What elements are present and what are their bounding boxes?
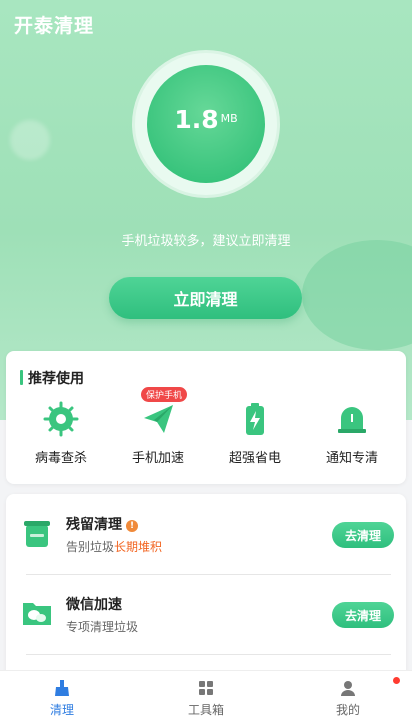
junk-size-circle: 1.8 MB — [147, 65, 265, 183]
recommend-item-battery-saver[interactable]: 超强省电 — [205, 399, 305, 469]
recommend-item-label: 通知专清 — [325, 451, 378, 466]
go-clean-button[interactable]: 去清理 — [332, 602, 394, 628]
feature-list-card: 残留清理! 告别垃圾长期堆积 去清理 微信加速 专项清理垃圾 去清理 — [6, 494, 406, 678]
list-item-residual-clean[interactable]: 残留清理! 告别垃圾长期堆积 去清理 — [6, 494, 406, 574]
divider — [26, 654, 391, 655]
recommend-item-label: 超强省电 — [228, 451, 281, 466]
recommend-card: 推荐使用 保护手机 病毒查杀 手机加速 超强省电 通知专清 — [6, 351, 406, 484]
clean-now-button[interactable]: 立即清理 — [109, 277, 302, 319]
junk-size-readout: 1.8 MB — [147, 105, 265, 134]
subtitle-text: 告别垃圾 — [66, 540, 115, 554]
tab-label: 工具箱 — [187, 703, 224, 717]
list-item-title-text: 残留清理 — [66, 517, 122, 533]
tab-toolbox[interactable]: 工具箱 — [156, 679, 256, 718]
decorative-blob — [302, 240, 412, 350]
user-icon — [298, 679, 398, 699]
junk-tip-text: 手机垃圾较多，建议立即清理 — [121, 234, 291, 249]
go-clean-button[interactable]: 去清理 — [332, 522, 394, 548]
list-item-subtitle: 告别垃圾长期堆积 — [66, 538, 162, 555]
list-item-wechat-boost[interactable]: 微信加速 专项清理垃圾 去清理 — [6, 574, 406, 654]
decorative-blob — [10, 120, 50, 160]
paper-plane-icon — [138, 399, 178, 439]
trash-bin-icon — [20, 516, 54, 550]
app-title: 开泰清理 — [14, 15, 95, 37]
recommend-item-label: 病毒查杀 — [34, 451, 87, 466]
recommend-item-label: 手机加速 — [131, 451, 184, 466]
broom-icon — [12, 679, 112, 699]
recommend-title: 推荐使用 — [28, 371, 84, 387]
battery-icon — [235, 399, 275, 439]
list-item-title: 残留清理! — [66, 514, 138, 534]
recommend-item-phone-boost[interactable]: 手机加速 — [108, 399, 208, 469]
junk-size-unit: MB — [220, 111, 238, 125]
recommend-item-virus-scan[interactable]: 病毒查杀 — [11, 399, 111, 469]
tab-clean[interactable]: 清理 — [12, 679, 112, 718]
tab-mine[interactable]: 我的 — [298, 679, 398, 718]
wechat-folder-icon — [20, 596, 54, 630]
junk-size-value: 1.8 — [174, 105, 219, 134]
grid-icon — [156, 679, 256, 699]
alarm-bell-icon — [332, 399, 372, 439]
list-item-title: 微信加速 — [66, 597, 122, 613]
subtitle-highlight: 长期堆积 — [114, 540, 163, 554]
tab-label: 清理 — [49, 703, 74, 717]
recommend-item-notification-clean[interactable]: 通知专清 — [302, 399, 402, 469]
virus-scan-icon — [41, 399, 81, 439]
tab-label: 我的 — [335, 703, 360, 717]
bottom-tab-bar: 清理 工具箱 我的 — [0, 670, 412, 726]
list-item-subtitle: 专项清理垃圾 — [66, 620, 139, 634]
junk-size-gauge: 1.8 MB — [135, 53, 277, 195]
notification-dot — [393, 677, 400, 684]
info-icon: ! — [126, 520, 138, 532]
